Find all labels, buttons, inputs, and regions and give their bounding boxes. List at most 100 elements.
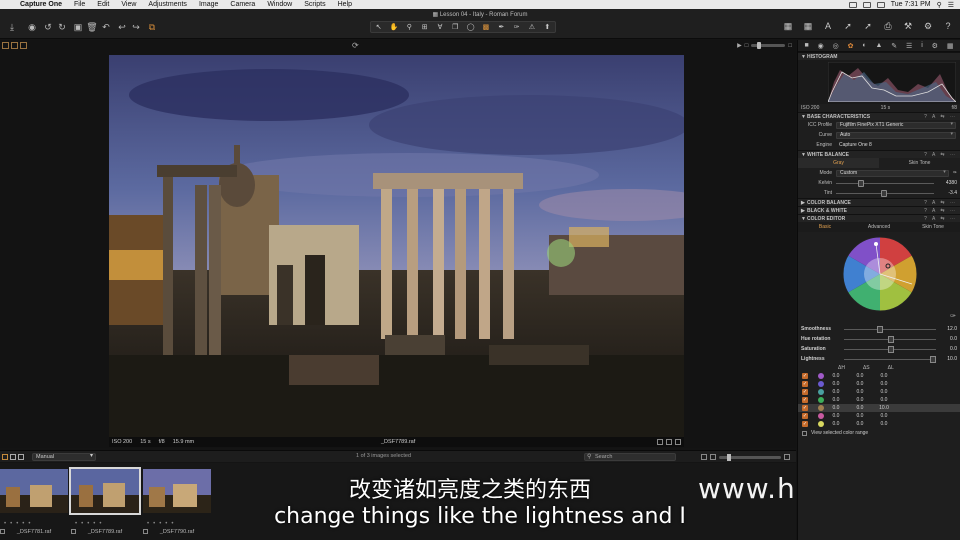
thumb-medium-icon[interactable]	[710, 454, 716, 460]
grid-icon[interactable]: ▦	[800, 21, 816, 32]
smoothness-value[interactable]: 12.0	[942, 326, 960, 332]
clock[interactable]: Tue 7:31 PM	[891, 1, 931, 8]
warning-icon[interactable]: ⚠	[527, 23, 537, 31]
main-photo[interactable]	[109, 55, 684, 437]
rotate-left-icon[interactable]: ↺	[42, 22, 54, 32]
enable-checkbox[interactable]: ✓	[802, 381, 808, 387]
color-picker-icon[interactable]: ✑	[950, 312, 956, 320]
tray-icon[interactable]	[848, 1, 857, 8]
thumbnail-selected[interactable]: ••••• _DSF7789.raf	[69, 467, 141, 535]
menu-window[interactable]: Window	[261, 0, 298, 9]
saturation-slider[interactable]	[844, 345, 936, 353]
trash-icon[interactable]: 🗑	[86, 22, 98, 32]
spot-tool-icon[interactable]: ◯	[466, 23, 476, 31]
eyedropper-icon[interactable]: ✑	[953, 170, 960, 176]
view-selected-checkbox[interactable]	[802, 430, 807, 436]
copy-adjustments-icon[interactable]: ⧉	[146, 22, 158, 32]
pan-tool-icon[interactable]: ✋	[389, 23, 399, 31]
process-icon[interactable]: ➚	[840, 21, 856, 32]
rating-stars[interactable]: •••••	[4, 521, 35, 527]
straighten-tool-icon[interactable]: ∀	[435, 23, 445, 31]
exposure-tab-icon[interactable]: ◐	[862, 42, 866, 49]
brush-tool-icon[interactable]: ✒	[496, 23, 506, 31]
view-selected-range[interactable]: View selected color range	[798, 428, 960, 438]
hue-rotation-slider[interactable]	[844, 335, 936, 343]
fit-icon[interactable]: ▶	[737, 42, 742, 49]
smoothness-knob[interactable]	[877, 325, 884, 333]
tab-skin-tone-editor[interactable]: Skin Tone	[906, 222, 960, 232]
kelvin-knob[interactable]	[857, 179, 864, 187]
section-tools-icon[interactable]: ? A ⇆ ⋯	[924, 114, 960, 120]
white-balance-header[interactable]: ▼ WHITE BALANCE ? A ⇆ ⋯	[798, 150, 960, 158]
section-tools-icon[interactable]: ? A ⇆ ⋯	[924, 152, 960, 158]
curve-select[interactable]: Auto	[836, 131, 956, 139]
table-row-selected[interactable]: ✓ 0.0 0.0 10.0	[798, 404, 960, 412]
enable-checkbox[interactable]: ✓	[802, 389, 808, 395]
adjust-tab-icon[interactable]: ☰	[906, 42, 912, 50]
enable-checkbox[interactable]: ✓	[802, 373, 808, 379]
color-editor-header[interactable]: ▼ COLOR EDITOR ? A ⇆ ⋯	[798, 214, 960, 222]
lightness-slider[interactable]	[844, 355, 937, 363]
help-icon[interactable]: ?	[940, 21, 956, 32]
print-icon[interactable]: ⎙	[880, 21, 896, 32]
icc-profile-select[interactable]: Fujifilm FinePix XT1 Generic	[836, 121, 956, 129]
menu-help[interactable]: Help	[332, 0, 358, 9]
text-icon[interactable]: A	[820, 21, 836, 32]
redo-icon[interactable]: ↪	[130, 22, 142, 32]
table-row[interactable]: ✓ 0.0 0.0 0.0	[798, 372, 960, 380]
select-tool-icon[interactable]: ↖	[374, 23, 384, 31]
battery-icon[interactable]	[876, 1, 885, 8]
keystone-tool-icon[interactable]: ❐	[450, 23, 460, 31]
capture-tab-icon[interactable]: ◉	[818, 42, 824, 50]
color-wheel[interactable]	[842, 236, 918, 312]
table-row[interactable]: ✓ 0.0 0.0 0.0	[798, 420, 960, 428]
wb-mode-select[interactable]: Custom	[836, 169, 949, 177]
enable-checkbox[interactable]: ✓	[802, 405, 808, 411]
black-white-header[interactable]: ▶ BLACK & WHITE ? A ⇆ ⋯	[798, 206, 960, 214]
tint-slider[interactable]	[836, 189, 934, 197]
zoom-in-icon[interactable]: □	[788, 43, 792, 49]
enable-checkbox[interactable]: ✓	[802, 413, 808, 419]
menu-file[interactable]: File	[68, 0, 91, 9]
smoothness-slider[interactable]	[844, 325, 936, 333]
hue-value[interactable]: 0.0	[942, 336, 960, 342]
menu-camera[interactable]: Camera	[224, 0, 261, 9]
enable-checkbox[interactable]: ✓	[802, 397, 808, 403]
tint-value[interactable]: -3.4	[940, 190, 960, 196]
section-tools-icon[interactable]: ? A ⇆ ⋯	[924, 200, 960, 206]
table-row[interactable]: ✓ 0.0 0.0 0.0	[798, 380, 960, 388]
wifi-icon[interactable]	[862, 1, 871, 8]
output-tab-icon[interactable]: ⚙	[932, 42, 938, 50]
notification-icon[interactable]: ☰	[948, 1, 954, 9]
crop-tool-icon[interactable]: ⊞	[420, 23, 430, 31]
lens-tab-icon[interactable]: ◎	[833, 42, 839, 50]
reset-icon[interactable]: ↶	[100, 22, 112, 32]
tools-icon[interactable]: ⚒	[900, 21, 916, 32]
upload-icon[interactable]: ⬆	[542, 23, 552, 31]
saturation-knob[interactable]	[888, 345, 895, 353]
flag-badge-icon[interactable]	[675, 439, 681, 445]
menu-adjustments[interactable]: Adjustments	[142, 0, 193, 9]
section-tools-icon[interactable]: ? A ⇆ ⋯	[924, 208, 960, 214]
search-input[interactable]: ⚲ Search	[584, 453, 676, 461]
thumb-large-icon[interactable]	[784, 454, 790, 460]
filmstrip-view-icon[interactable]	[18, 453, 24, 460]
hue-knob[interactable]	[888, 335, 895, 343]
sort-dropdown[interactable]: Manual	[32, 452, 96, 461]
info-badge-icon[interactable]	[657, 439, 663, 445]
library-tab-icon[interactable]: ■	[804, 42, 808, 49]
kelvin-slider[interactable]	[836, 179, 934, 187]
enable-checkbox[interactable]: ✓	[802, 421, 808, 427]
menu-app[interactable]: Capture One	[14, 0, 68, 9]
color-tab-icon[interactable]: ✿	[848, 42, 854, 50]
rating-stars[interactable]: •••••	[147, 521, 178, 527]
undo-icon[interactable]: ↩	[116, 22, 128, 32]
rotate-right-icon[interactable]: ↻	[56, 22, 68, 32]
layout-icon[interactable]: ▦	[780, 21, 796, 32]
menu-scripts[interactable]: Scripts	[298, 0, 331, 9]
spotlight-icon[interactable]: ⚲	[937, 1, 942, 9]
list-view-icon[interactable]	[10, 453, 16, 460]
rating-stars[interactable]: •••••	[75, 521, 106, 527]
batch-tab-icon[interactable]: ▦	[947, 42, 954, 50]
tab-gray[interactable]: Gray	[798, 158, 879, 168]
